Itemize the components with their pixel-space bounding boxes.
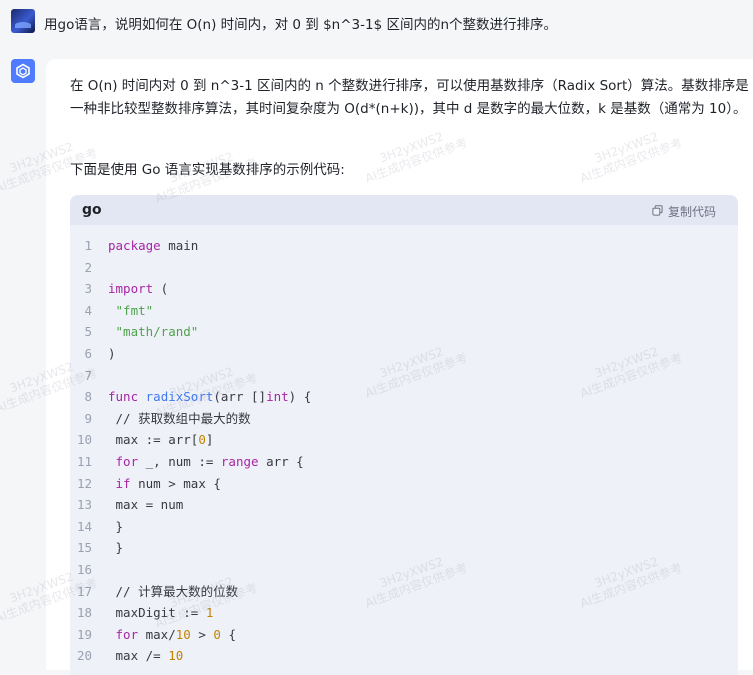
line-number: 8 [84, 389, 92, 405]
code-text: // 计算最大数的位数 [108, 583, 239, 599]
line-number: 12 [76, 475, 92, 491]
line-number: 10 [76, 432, 92, 448]
code-text: "math/rand" [115, 324, 199, 340]
code-line: 9 // 获取数组中最大的数 [70, 408, 738, 430]
code-text: maxDigit := 1 [108, 605, 214, 621]
code-text: } [108, 518, 124, 534]
code-line: 2 [70, 257, 738, 279]
user-message-row: 用go语言，说明如何在 O(n) 时间内，对 0 到 $n^3-1$ 区间内的n… [0, 0, 753, 50]
code-line: 8 func radixSort(arr []int) { [70, 386, 738, 408]
line-number: 18 [76, 605, 92, 621]
code-text: // 获取数组中最大的数 [108, 410, 251, 426]
copy-code-label: 复制代码 [667, 205, 716, 219]
copy-code-button[interactable]: 复制代码 [652, 203, 716, 220]
code-text: for max/10 > 0 { [115, 626, 236, 642]
code-line: 4 "fmt" [70, 300, 738, 322]
code-text: "fmt" [115, 302, 154, 318]
line-number: 5 [84, 324, 92, 340]
code-line: 11 for _, num := range arr { [70, 451, 738, 473]
code-line: 13 max = num [70, 494, 738, 516]
code-text: package main [108, 238, 199, 253]
code-line: 18 maxDigit := 1 [70, 602, 738, 624]
code-block-header: go 复制代码 [70, 195, 738, 225]
answer-paragraph-1: 在 O(n) 时间内对 0 到 n^3-1 区间内的 n 个整数进行排序，可以使… [70, 78, 749, 117]
code-line: 6) [70, 343, 738, 365]
code-language-label: go [82, 202, 102, 218]
code-text: max := arr[0] [108, 432, 214, 448]
code-line: 15 } [70, 537, 738, 559]
code-line: 20 max /= 10 [70, 645, 738, 667]
user-message-text: 用go语言，说明如何在 O(n) 时间内，对 0 到 $n^3-1$ 区间内的n… [44, 17, 558, 33]
code-text: ) [108, 345, 116, 361]
line-number: 3 [84, 281, 92, 297]
assistant-answer-card: 在 O(n) 时间内对 0 到 n^3-1 区间内的 n 个整数进行排序，可以使… [46, 59, 753, 675]
line-number: 16 [76, 561, 92, 577]
code-text: max = num [108, 497, 184, 513]
code-block: go 复制代码 1 package main 2 3 import (4 "fmt" 5 … [70, 195, 738, 675]
line-number: 20 [76, 648, 92, 664]
line-number: 13 [76, 497, 92, 513]
line-number: 17 [76, 583, 92, 599]
code-line: 19 for max/10 > 0 { [70, 624, 738, 646]
code-text: import ( [108, 281, 169, 297]
code-text: if num > max { [115, 475, 221, 491]
code-text: max /= 10 [108, 648, 184, 664]
assistant-avatar-icon [11, 59, 35, 83]
code-line: 7 [70, 365, 738, 387]
code-text: for _, num := range arr { [115, 453, 304, 469]
line-number: 14 [76, 518, 92, 534]
line-number: 6 [84, 345, 92, 361]
code-text: func radixSort(arr []int) { [108, 389, 312, 405]
code-line: 12 if num > max { [70, 473, 738, 495]
line-number: 7 [84, 367, 92, 383]
code-line: 16 [70, 559, 738, 581]
line-number: 9 [84, 410, 92, 426]
code-line: 17 // 计算最大数的位数 [70, 581, 738, 603]
code-line: 10 max := arr[0] [70, 429, 738, 451]
code-text: } [108, 540, 124, 556]
line-number: 11 [76, 453, 92, 469]
line-number: 19 [76, 626, 92, 642]
user-avatar [11, 9, 35, 33]
line-number: 1 [84, 238, 92, 253]
line-number: 15 [76, 540, 92, 556]
code-line: 1 package main [70, 235, 738, 257]
answer-paragraph-2: 下面是使用 Go 语言实现基数排序的示例代码: [70, 162, 345, 178]
code-line: 5 "math/rand" [70, 321, 738, 343]
code-line: 3 import ( [70, 278, 738, 300]
line-number: 2 [84, 259, 92, 275]
copy-icon [652, 204, 663, 219]
code-lines: 1 package main 2 3 import (4 "fmt" 5 "math/ra… [70, 235, 738, 667]
line-number: 4 [84, 302, 92, 318]
code-line: 14 } [70, 516, 738, 538]
